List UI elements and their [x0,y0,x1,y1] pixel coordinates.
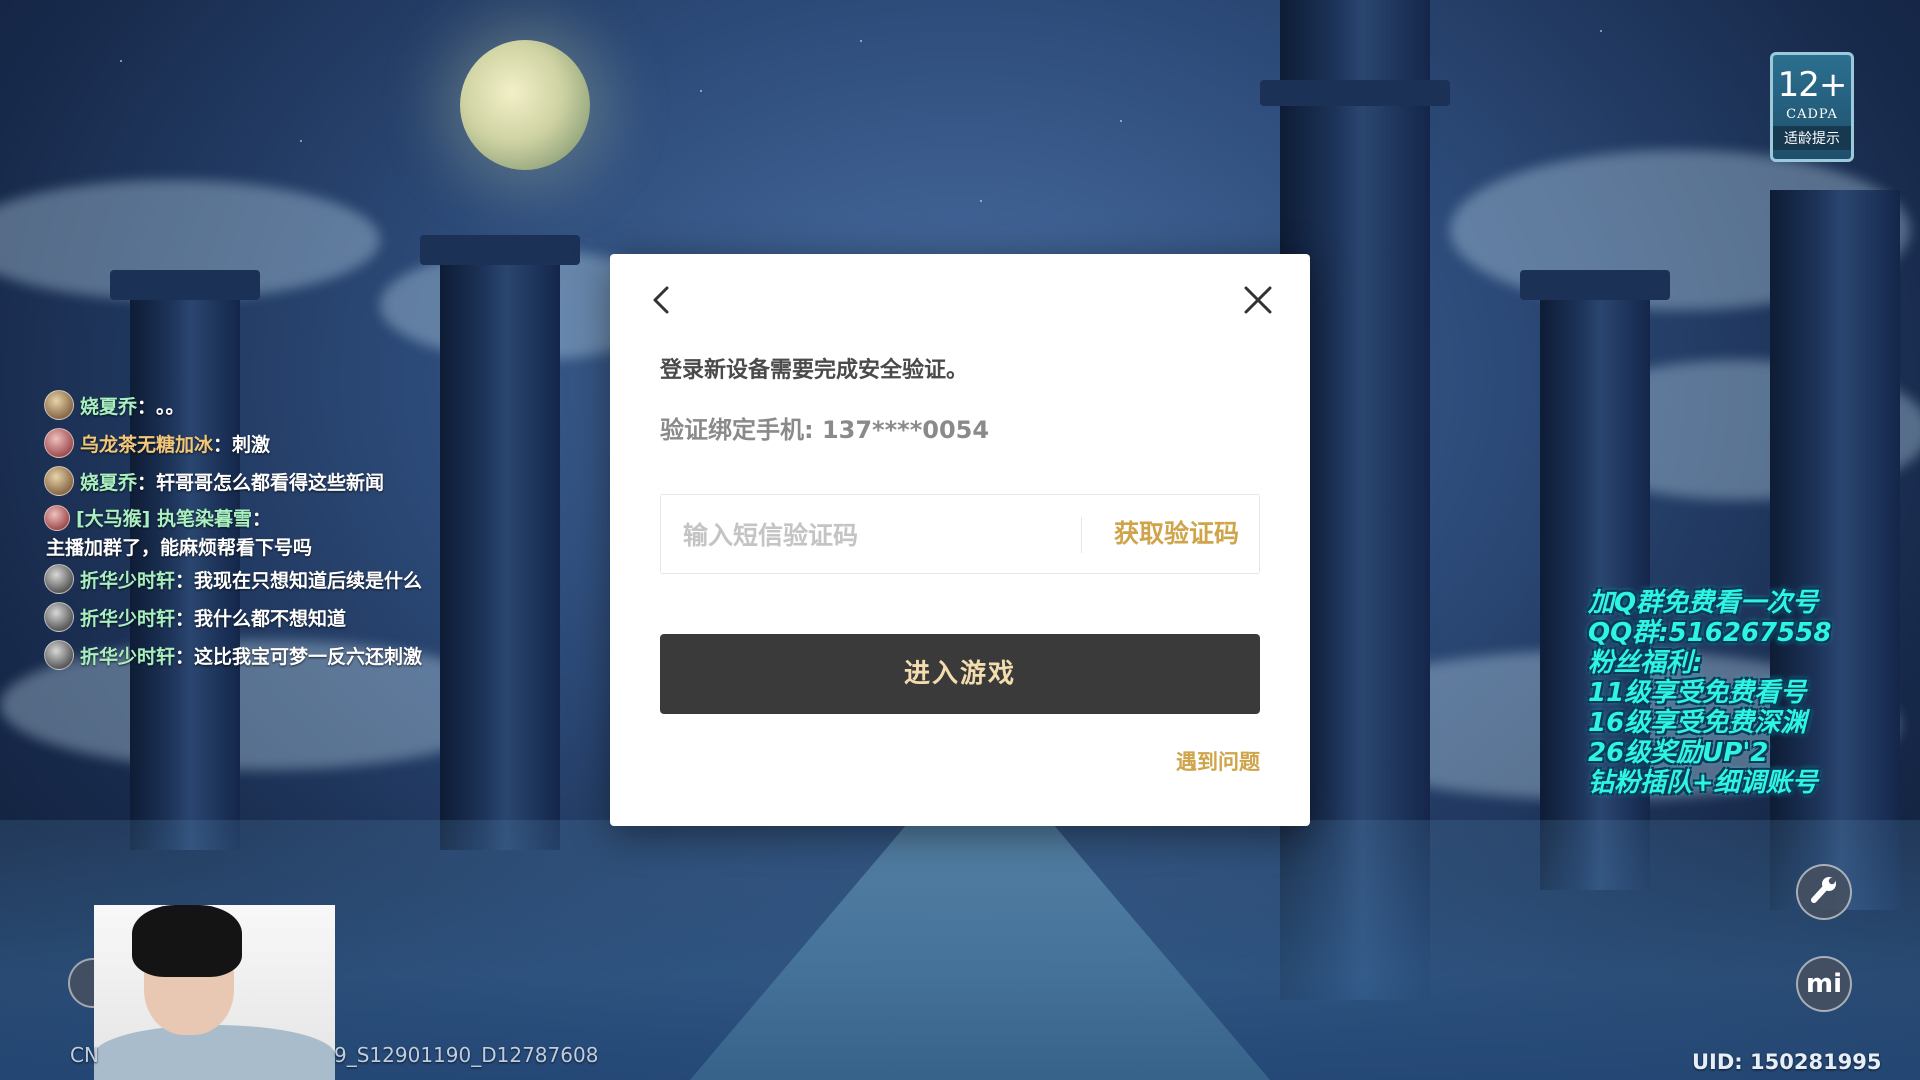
chat-username: [大马猴] 执笔染暮雪 [76,508,252,530]
chat-text: 我什么都不想知道 [194,607,347,630]
chat-text: 主播加群了，能麻烦帮看下号吗 [46,537,313,559]
chat-username: 娆夏乔 [80,471,138,494]
promo-line: QQ群:516267558 [1588,618,1832,648]
field-divider [1081,517,1082,553]
chat-avatar [44,602,74,632]
age-rating-org: CADPA [1786,107,1838,122]
close-icon[interactable] [1240,282,1276,318]
age-rating-badge: 12+ CADPA 适龄提示 [1770,52,1854,162]
mi-button[interactable]: mi [1796,956,1852,1012]
chat-message: 娆夏乔：。。 [44,386,604,424]
chat-username: 折华少时轩 [80,569,176,592]
chat-message: 娆夏乔：轩哥哥怎么都看得这些新闻 [44,462,604,500]
chat-avatar [44,640,74,670]
uid-label: UID: 150281995 [1692,1050,1882,1074]
moon [460,40,590,170]
version-text: 9_S12901190_D12787608 [334,1043,599,1067]
get-code-button[interactable]: 获取验证码 [1114,495,1239,573]
promo-line: 16级享受免费深渊 [1588,708,1807,738]
chat-message: 折华少时轩：我现在只想知道后续是什么 [44,560,604,598]
mi-logo-icon: mi [1805,969,1842,999]
chat-text: 。。 [156,395,185,418]
sms-code-field: 获取验证码 [660,494,1260,575]
age-rating-value: 12+ [1777,65,1848,105]
chevron-left-icon[interactable] [644,282,680,318]
wrench-icon [1807,873,1841,911]
chat-avatar [44,504,70,531]
chat-separator: ： [213,433,233,456]
chat-separator: ： [175,645,195,668]
version-prefix: CN [70,1043,99,1067]
chat-username: 折华少时轩 [80,607,176,630]
chat-avatar [44,428,74,458]
chat-text: 我现在只想知道后续是什么 [194,569,423,592]
chat-avatar [44,564,74,594]
chat-message: 折华少时轩：这比我宝可梦一反六还刺激 [44,636,604,674]
chat-avatar [44,390,74,420]
chat-separator: ： [251,508,271,530]
chat-username: 乌龙茶无糖加冰 [80,433,214,456]
security-verification-dialog: 登录新设备需要完成安全验证。 验证绑定手机: 137****0054 获取验证码… [610,254,1310,826]
promo-line: 粉丝福利: [1588,648,1703,678]
promo-line: 11级享受免费看号 [1588,678,1807,708]
chat-text: 刺激 [232,433,271,456]
chat-text: 轩哥哥怎么都看得这些新闻 [156,471,385,494]
chat-message: [大马猴] 执笔染暮雪： 主播加群了，能麻烦帮看下号吗 [44,500,604,560]
stream-chat: 娆夏乔：。。 乌龙茶无糖加冰：刺激 娆夏乔：轩哥哥怎么都看得这些新闻 [大马猴]… [44,386,604,674]
chat-avatar [44,466,74,496]
stream-promo-text: 加Q群免费看一次号 QQ群:516267558 粉丝福利: 11级享受免费看号 … [1588,588,1908,798]
promo-line: 26级奖励UP'2 [1588,738,1769,768]
promo-line: 加Q群免费看一次号 [1588,588,1819,618]
help-link[interactable]: 遇到问题 [1176,746,1260,776]
enter-game-button[interactable]: 进入游戏 [660,634,1260,714]
wrench-button[interactable] [1796,864,1852,920]
chat-message: 乌龙茶无糖加冰：刺激 [44,424,604,462]
streamer-webcam [94,905,335,1080]
sms-code-input[interactable] [681,495,1065,575]
age-rating-tip: 适龄提示 [1773,126,1851,150]
promo-line: 钻粉插队+细调账号 [1588,768,1818,798]
dialog-title: 登录新设备需要完成安全验证。 [660,358,969,383]
chat-message: 折华少时轩：我什么都不想知道 [44,598,604,636]
chat-separator: ： [175,569,195,592]
chat-separator: ： [137,471,157,494]
bound-phone-text: 验证绑定手机: 137****0054 [660,416,990,444]
chat-username: 折华少时轩 [80,645,176,668]
chat-text: 这比我宝可梦一反六还刺激 [194,645,423,668]
chat-separator: ： [175,607,195,630]
chat-username: 娆夏乔 [80,395,138,418]
chat-separator: ： [137,395,157,418]
